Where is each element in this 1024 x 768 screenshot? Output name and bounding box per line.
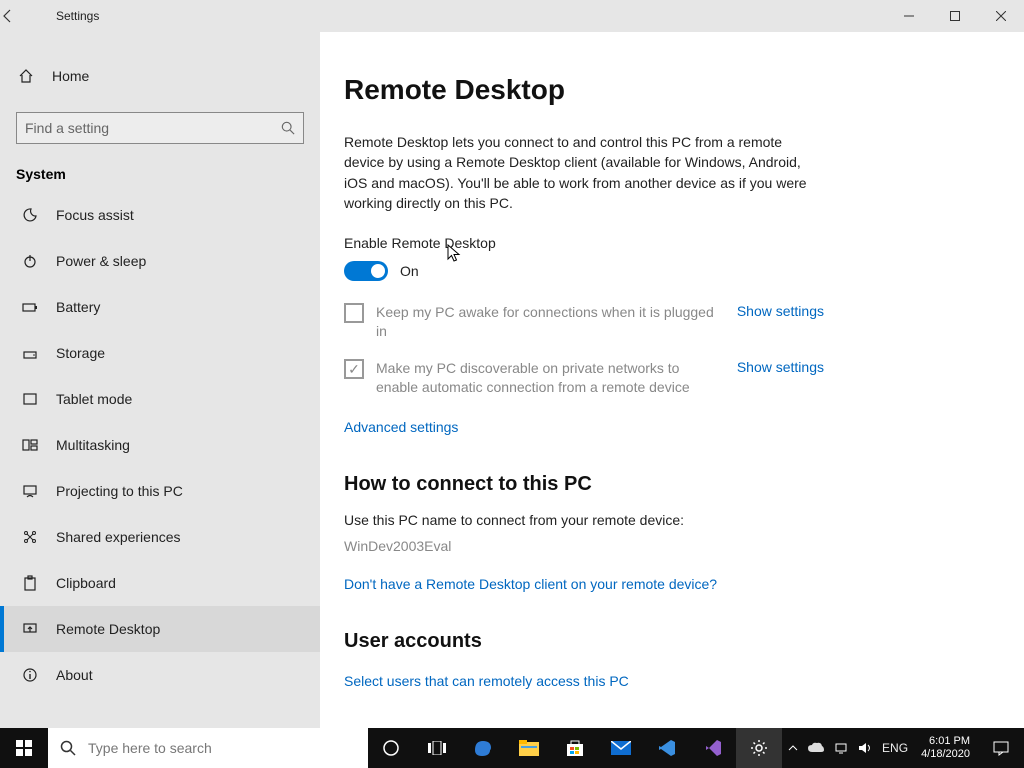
search-icon [281, 121, 295, 135]
sidebar-item-label: Tablet mode [56, 391, 132, 407]
moon-icon [20, 207, 40, 223]
task-view-button[interactable] [414, 728, 460, 768]
sidebar-item-label: About [56, 667, 93, 683]
discoverable-label: Make my PC discoverable on private netwo… [376, 359, 721, 397]
sidebar-item-label: Power & sleep [56, 253, 146, 269]
visual-studio-icon[interactable] [690, 728, 736, 768]
sidebar-item-multitasking[interactable]: Multitasking [0, 422, 320, 468]
page-title: Remote Desktop [344, 74, 984, 106]
settings-taskbar-icon[interactable] [736, 728, 782, 768]
sidebar-item-label: Clipboard [56, 575, 116, 591]
home-label: Home [52, 68, 89, 84]
page-description: Remote Desktop lets you connect to and c… [344, 132, 824, 213]
discoverable-show-settings-link[interactable]: Show settings [737, 359, 824, 375]
volume-icon[interactable] [853, 728, 877, 768]
clipboard-icon [20, 575, 40, 591]
projecting-icon [20, 483, 40, 499]
sidebar-item-label: Multitasking [56, 437, 130, 453]
sidebar-item-label: Battery [56, 299, 100, 315]
sidebar-item-label: Projecting to this PC [56, 483, 183, 499]
clock[interactable]: 6:01 PM 4/18/2020 [913, 735, 978, 761]
titlebar: Settings [0, 0, 1024, 32]
keep-awake-show-settings-link[interactable]: Show settings [737, 303, 824, 319]
search-input[interactable] [25, 120, 281, 136]
sidebar-item-label: Remote Desktop [56, 621, 160, 637]
sidebar-item-label: Shared experiences [56, 529, 181, 545]
sidebar-item-clipboard[interactable]: Clipboard [0, 560, 320, 606]
taskbar-search-placeholder: Type here to search [88, 740, 212, 756]
sidebar-item-focus-assist[interactable]: Focus assist [0, 192, 320, 238]
vscode-icon[interactable] [644, 728, 690, 768]
sidebar-item-remote-desktop[interactable]: Remote Desktop [0, 606, 320, 652]
language-indicator[interactable]: ENG [877, 728, 913, 768]
no-client-link[interactable]: Don't have a Remote Desktop client on yo… [344, 576, 717, 592]
sidebar-item-battery[interactable]: Battery [0, 284, 320, 330]
tray-expand-icon[interactable] [783, 728, 803, 768]
home-icon [16, 68, 36, 84]
battery-icon [20, 299, 40, 315]
sidebar-item-label: Focus assist [56, 207, 134, 223]
window-title: Settings [56, 9, 99, 23]
power-icon [20, 253, 40, 269]
shared-icon [20, 529, 40, 545]
sidebar-item-tablet-mode[interactable]: Tablet mode [0, 376, 320, 422]
discoverable-checkbox[interactable] [344, 359, 364, 379]
sidebar: Home System Focus assist Power & sleep B [0, 32, 320, 728]
search-icon [60, 740, 76, 756]
sidebar-item-projecting[interactable]: Projecting to this PC [0, 468, 320, 514]
clock-time: 6:01 PM [921, 735, 970, 748]
howto-text: Use this PC name to connect from your re… [344, 512, 984, 528]
back-button[interactable] [0, 8, 48, 24]
sidebar-item-about[interactable]: About [0, 652, 320, 698]
taskbar-search[interactable]: Type here to search [48, 728, 368, 768]
onedrive-icon[interactable] [803, 728, 829, 768]
storage-icon [20, 345, 40, 361]
network-icon[interactable] [829, 728, 853, 768]
remote-desktop-icon [20, 621, 40, 637]
close-button[interactable] [978, 0, 1024, 32]
advanced-settings-link[interactable]: Advanced settings [344, 419, 458, 435]
multitasking-icon [20, 437, 40, 453]
howto-header: How to connect to this PC [344, 473, 984, 496]
mail-icon[interactable] [598, 728, 644, 768]
pc-name: WinDev2003Eval [344, 538, 984, 554]
sidebar-item-power-sleep[interactable]: Power & sleep [0, 238, 320, 284]
keep-awake-label: Keep my PC awake for connections when it… [376, 303, 721, 341]
store-icon[interactable] [552, 728, 598, 768]
edge-icon[interactable] [460, 728, 506, 768]
minimize-button[interactable] [886, 0, 932, 32]
start-button[interactable] [0, 728, 48, 768]
info-icon [20, 667, 40, 683]
user-accounts-header: User accounts [344, 630, 984, 653]
sidebar-item-shared-experiences[interactable]: Shared experiences [0, 514, 320, 560]
enable-remote-desktop-toggle[interactable] [344, 261, 388, 281]
cortana-button[interactable] [368, 728, 414, 768]
settings-search[interactable] [16, 112, 304, 144]
sidebar-item-storage[interactable]: Storage [0, 330, 320, 376]
keep-awake-checkbox[interactable] [344, 303, 364, 323]
tablet-icon [20, 391, 40, 407]
sidebar-item-label: Storage [56, 345, 105, 361]
main-content: Remote Desktop Remote Desktop lets you c… [320, 32, 1024, 728]
sidebar-group-header: System [0, 144, 320, 192]
toggle-state-text: On [400, 263, 419, 279]
home-nav[interactable]: Home [0, 56, 320, 96]
clock-date: 4/18/2020 [921, 748, 970, 761]
file-explorer-icon[interactable] [506, 728, 552, 768]
select-users-link[interactable]: Select users that can remotely access th… [344, 673, 629, 689]
action-center-button[interactable] [978, 728, 1024, 768]
taskbar: Type here to search ENG 6:01 PM 4/18/202… [0, 728, 1024, 768]
enable-remote-desktop-label: Enable Remote Desktop [344, 235, 984, 251]
nav-list: Focus assist Power & sleep Battery Stora… [0, 192, 320, 728]
maximize-button[interactable] [932, 0, 978, 32]
